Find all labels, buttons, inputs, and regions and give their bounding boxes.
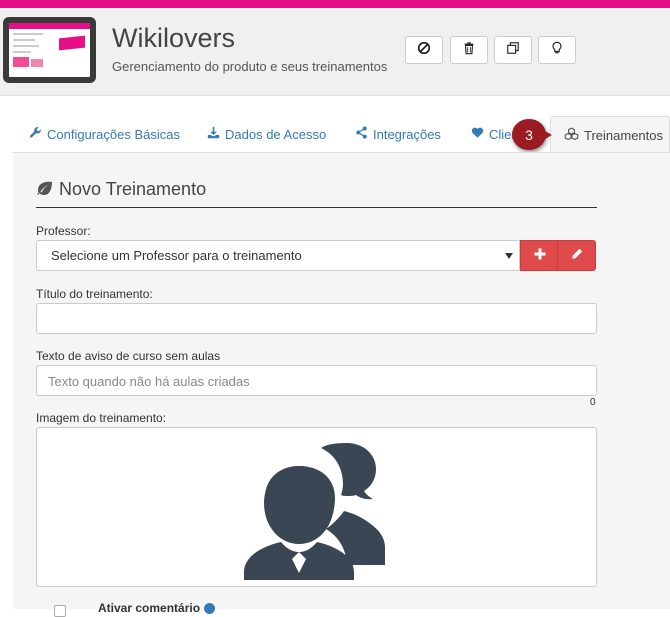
trash-icon — [462, 41, 476, 60]
notice-input[interactable]: Texto quando não há aulas criadas — [36, 365, 597, 396]
product-header: Wikilovers Gerenciamento do produto e se… — [0, 8, 670, 96]
section-divider — [36, 207, 597, 208]
tab-configuracoes-basicas[interactable]: Configurações Básicas — [29, 126, 180, 142]
tab-label: Configurações Básicas — [47, 126, 180, 142]
download-icon — [207, 126, 220, 142]
duplicate-icon — [506, 41, 520, 60]
plus-icon — [534, 247, 546, 265]
title-input[interactable] — [36, 303, 597, 334]
wrench-icon — [29, 126, 42, 142]
tab-bar: Configurações Básicas Dados de Acesso In… — [0, 96, 670, 153]
title-label: Título do treinamento: — [36, 287, 153, 301]
professor-label: Professor: — [36, 224, 91, 238]
character-counter: 0 — [590, 397, 596, 408]
tips-button[interactable] — [538, 36, 576, 64]
top-accent-bar — [0, 0, 670, 8]
tab-integracoes[interactable]: Integrações — [355, 126, 441, 142]
step-badge-pointer — [538, 127, 552, 143]
leaf-icon — [36, 179, 53, 200]
heart-icon — [471, 126, 484, 142]
tab-dados-de-acesso[interactable]: Dados de Acesso — [207, 126, 326, 142]
professor-select[interactable]: Selecione um Professor para o treinament… — [36, 240, 520, 271]
cubes-icon — [564, 127, 579, 143]
image-upload-area[interactable] — [36, 427, 597, 587]
chevron-down-icon — [505, 253, 513, 259]
tab-label: Treinamentos — [584, 127, 663, 143]
page-title: Wikilovers — [112, 23, 236, 53]
professor-select-value: Selecione um Professor para o treinament… — [51, 248, 302, 263]
ban-icon — [417, 41, 431, 60]
disable-button[interactable] — [405, 36, 443, 64]
comment-checkbox[interactable] — [54, 605, 66, 617]
share-icon — [355, 126, 368, 142]
delete-button[interactable] — [450, 36, 488, 64]
notice-label: Texto de aviso de curso sem aulas — [36, 349, 221, 363]
edit-professor-button[interactable] — [557, 240, 596, 271]
tab-label: Dados de Acesso — [225, 126, 327, 142]
notice-input-placeholder: Texto quando não há aulas criadas — [48, 374, 250, 389]
add-professor-button[interactable] — [520, 240, 559, 271]
comment-label: Ativar comentário — [98, 601, 201, 615]
image-label: Imagem do treinamento: — [36, 411, 167, 425]
section-title: Novo Treinamento — [36, 179, 206, 200]
tab-label: Integrações — [373, 126, 441, 142]
lightbulb-icon — [550, 41, 564, 60]
duplicate-button[interactable] — [494, 36, 532, 64]
product-thumbnail — [3, 17, 96, 83]
page-subtitle: Gerenciamento do produto e seus treiname… — [112, 59, 388, 74]
section-title-text: Novo Treinamento — [59, 179, 207, 199]
tab-treinamentos[interactable]: Treinamentos — [550, 116, 670, 153]
pencil-icon — [571, 247, 583, 265]
